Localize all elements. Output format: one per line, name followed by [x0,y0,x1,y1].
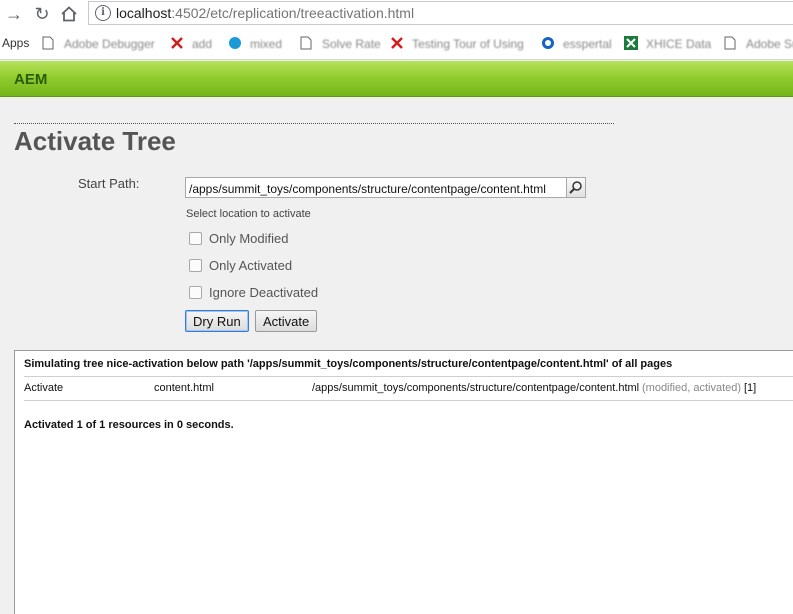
bookmark-label: esspertal [563,37,612,51]
aem-title: AEM [14,71,48,88]
excel-icon [624,36,638,50]
result-row: Activate content.html /apps/summit_toys/… [24,382,793,396]
ignore-deactivated-option[interactable]: Ignore Deactivated [189,285,318,300]
title-divider [14,123,614,124]
bookmark-item[interactable]: add [170,36,212,54]
ignore-deactivated-checkbox[interactable] [189,286,202,299]
result-summary: Activated 1 of 1 resources in 0 seconds. [24,419,234,431]
result-path: /apps/summit_toys/components/structure/c… [312,382,640,394]
page-icon [724,36,738,50]
activate-button[interactable]: Activate [255,310,318,332]
result-divider [24,376,793,377]
only-modified-checkbox[interactable] [189,232,202,245]
bookmarks-bar: Apps Adobe Debugger add mixed Solve Rate… [0,30,793,60]
reload-icon[interactable]: ↻ [32,4,52,24]
bookmark-label: Adobe Debugger [64,37,155,51]
select-location-label: Select location to activate [186,208,311,220]
bookmark-label: XHICE Data [646,37,712,51]
result-divider [24,400,793,401]
bookmark-item[interactable]: Adobe Debugger [42,36,155,54]
bookmark-label: Testing Tour of Using [412,37,524,51]
bookmark-item[interactable]: mixed [228,36,282,54]
page-icon [42,36,56,50]
bookmark-label: mixed [250,37,283,51]
forward-arrow-icon[interactable]: → [4,4,24,24]
bookmark-label: add [192,37,213,51]
aem-header-bar: AEM [0,61,793,97]
result-status: (modified, activated) [642,382,742,394]
only-modified-option[interactable]: Only Modified [189,231,288,246]
url-text[interactable]: localhost:4502/etc/replication/treeactiv… [116,5,414,21]
testing-logo-icon [170,36,184,50]
bookmark-item[interactable]: XHICE Data [624,36,711,54]
home-icon[interactable] [59,4,79,24]
only-activated-label: Only Activated [209,258,293,273]
start-path-label: Start Path: [78,176,140,191]
result-name: content.html [154,382,214,394]
page-title: Activate Tree [14,126,176,156]
start-path-input[interactable] [185,177,567,198]
page-icon [300,36,314,50]
bookmark-item[interactable]: esspertal [541,36,612,54]
result-action: Activate [24,382,64,394]
cloud-icon [228,36,242,50]
ignore-deactivated-label: Ignore Deactivated [209,285,319,300]
url-host: localhost [116,5,172,21]
only-activated-option[interactable]: Only Activated [189,258,292,273]
path-browse-button[interactable] [567,177,586,198]
url-path: :4502/etc/replication/treeactivation.htm… [171,5,415,21]
only-activated-checkbox[interactable] [189,259,202,272]
info-icon[interactable]: i [95,5,111,21]
bookmark-label: Adobe Su [746,37,793,51]
bookmark-item[interactable]: Testing Tour of Using [390,36,524,54]
bookmark-item[interactable]: Adobe Su [724,36,793,54]
bookmark-label: Solve Rate [322,37,381,51]
browser-toolbar: → ↻ i localhost:4502/etc/replication/tre… [0,0,793,30]
bookmark-item[interactable]: Solve Rate [300,36,381,54]
result-panel: Simulating tree nice-activation below pa… [14,350,793,614]
testing-logo-icon [390,36,404,50]
address-bar[interactable]: i localhost:4502/etc/replication/treeact… [88,1,793,25]
dry-run-button[interactable]: Dry Run [185,310,249,332]
portal-icon [541,36,555,50]
main-content: Activate Tree Start Path: Select locatio… [0,98,793,614]
result-count: [1] [744,382,757,394]
bookmark-apps[interactable]: Apps [2,36,29,54]
apps-label: Apps [2,36,30,50]
search-icon [569,181,582,194]
result-heading: Simulating tree nice-activation below pa… [24,358,673,370]
only-modified-label: Only Modified [209,231,289,246]
